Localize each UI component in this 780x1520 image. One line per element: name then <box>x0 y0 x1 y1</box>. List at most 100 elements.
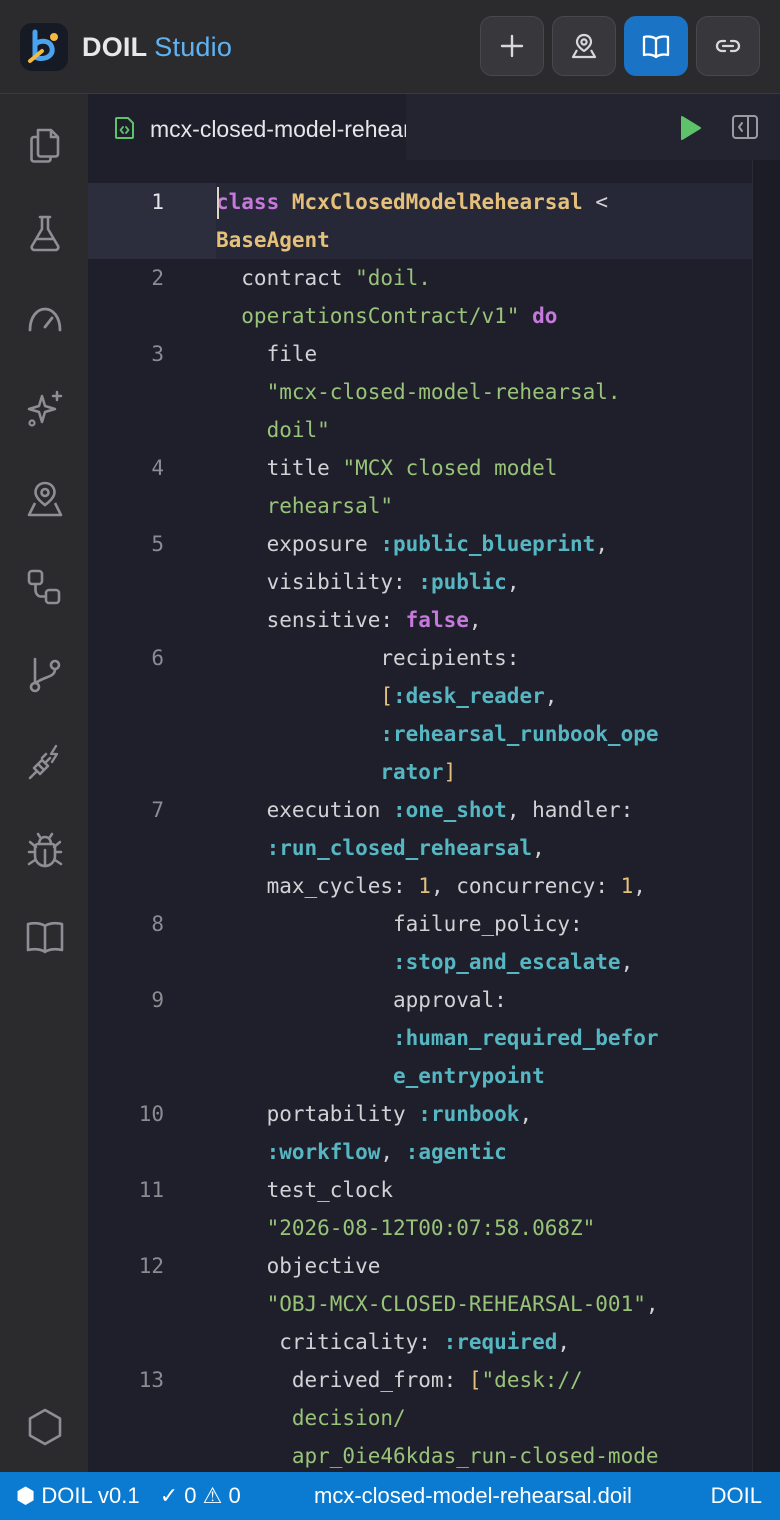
code-line: visibility: :public, <box>216 563 520 601</box>
map-view-button[interactable] <box>22 476 68 522</box>
integrations-button[interactable] <box>22 740 68 786</box>
problems-indicator[interactable]: ✓ 0 ⚠ 0 <box>160 1472 241 1520</box>
plus-icon <box>500 34 524 58</box>
docs-view-button[interactable] <box>22 914 68 960</box>
code-line: :stop_and_escalate, <box>216 943 633 981</box>
code-token: , <box>468 608 482 632</box>
code-token: criticality: <box>216 1330 444 1354</box>
code-token: , <box>645 1292 659 1316</box>
code-line: :run_closed_rehearsal, <box>216 829 545 867</box>
line-number: 11 <box>138 1178 164 1202</box>
line-number: 9 <box>151 988 164 1012</box>
debug-button[interactable] <box>22 828 68 874</box>
metrics-button[interactable] <box>22 298 68 344</box>
flask-icon <box>30 215 60 252</box>
code-line: objective <box>216 1247 381 1285</box>
line-number: 7 <box>151 798 164 822</box>
plug-icon <box>28 744 59 780</box>
line-number: 2 <box>151 266 164 290</box>
code-token: "mcx-closed-model-rehearsal. <box>216 380 621 404</box>
warning-count: 0 <box>228 1483 241 1508</box>
code-token: operationsContract/v1" <box>216 304 520 328</box>
editor-scrollbar[interactable] <box>752 160 780 1472</box>
line-number: 10 <box>138 1102 164 1126</box>
code-token: :agentic <box>405 1140 507 1164</box>
code-line: :workflow, :agentic <box>216 1133 507 1171</box>
link-button[interactable] <box>696 16 760 76</box>
line-number: 3 <box>151 342 164 366</box>
run-icon[interactable] <box>676 114 704 142</box>
code-token: , <box>506 570 520 594</box>
product-name: Studio <box>154 32 233 62</box>
code-token: < <box>582 190 608 214</box>
app-header: DOIL Studio <box>0 0 780 94</box>
code-line: apr_0ie46kdas_run-closed-mode <box>216 1437 659 1472</box>
editor-tab[interactable]: mcx-closed-model-rehearsal.doil <box>88 94 406 160</box>
new-button[interactable] <box>480 16 544 76</box>
code-line: doil" <box>216 411 330 449</box>
workflow-icon <box>27 569 61 605</box>
line-number: 6 <box>151 646 164 670</box>
code-line: approval: <box>216 981 507 1019</box>
code-token: recipients: <box>216 646 520 670</box>
bug-icon <box>27 832 63 868</box>
map-button[interactable] <box>552 16 616 76</box>
code-token: :required <box>443 1330 558 1354</box>
code-line: title "MCX closed model <box>216 449 558 487</box>
hexagon-icon <box>28 1408 62 1446</box>
extensions-button[interactable] <box>22 1404 68 1450</box>
code-line: [:desk_reader, <box>216 677 557 715</box>
code-token: 1 <box>418 874 431 898</box>
code-line: test_clock <box>216 1171 393 1209</box>
code-token: approval: <box>216 988 507 1012</box>
files-icon <box>30 128 60 163</box>
status-file-name[interactable]: mcx-closed-model-rehearsal.doil <box>314 1472 632 1520</box>
code-token: , concurrency: <box>430 874 621 898</box>
ai-button[interactable] <box>22 386 68 432</box>
activity-bar <box>0 94 88 1472</box>
code-line: exposure :public_blueprint, <box>216 525 608 563</box>
code-token: , <box>595 532 608 556</box>
link-icon <box>715 39 741 53</box>
code-token: sensitive: <box>216 608 406 632</box>
code-token: visibility: <box>216 570 419 594</box>
code-line: portability :runbook, <box>216 1095 533 1133</box>
code-line: BaseAgent <box>216 221 330 259</box>
code-token: :public <box>418 570 507 594</box>
code-token: "doil. <box>355 266 431 290</box>
code-token: "MCX closed model <box>342 456 558 480</box>
code-token: , <box>633 874 646 898</box>
code-line: file <box>216 335 318 373</box>
explorer-button[interactable] <box>22 122 68 168</box>
line-number: 8 <box>151 912 164 936</box>
line-number: 12 <box>138 1254 164 1278</box>
code-token: McxClosedModelRehearsal <box>291 190 583 214</box>
docs-button[interactable] <box>624 16 688 76</box>
workflow-button[interactable] <box>22 564 68 610</box>
code-token: derived_from: <box>216 1368 469 1392</box>
code-line: "2026-08-12T00:07:58.068Z" <box>216 1209 596 1247</box>
tests-button[interactable] <box>22 210 68 256</box>
code-token: file <box>216 342 318 366</box>
code-token: false <box>405 608 469 632</box>
code-editor[interactable]: 1 class McxClosedModelRehearsal < BaseAgen… <box>88 160 780 1472</box>
code-line: rehearsal" <box>216 487 393 525</box>
code-line: :human_required_befor <box>216 1019 659 1057</box>
code-token: contract <box>216 266 356 290</box>
source-control-button[interactable] <box>22 652 68 698</box>
language-mode[interactable]: DOIL <box>711 1472 762 1520</box>
code-token: , <box>544 684 558 708</box>
version-indicator[interactable]: ⬢ DOIL v0.1 <box>16 1472 140 1520</box>
code-token: exposure <box>216 532 381 556</box>
doil-logo <box>20 23 68 71</box>
code-token: [ <box>468 1368 482 1392</box>
split-editor-icon[interactable] <box>730 112 760 142</box>
code-token: , handler: <box>506 798 634 822</box>
status-bar: ⬢ DOIL v0.1 ✓ 0 ⚠ 0 mcx-closed-model-reh… <box>0 1472 780 1520</box>
code-token: 1 <box>620 874 634 898</box>
code-token: , <box>532 836 545 860</box>
code-line: recipients: <box>216 639 519 677</box>
sparkles-icon <box>27 390 63 427</box>
code-token: , <box>620 950 634 974</box>
